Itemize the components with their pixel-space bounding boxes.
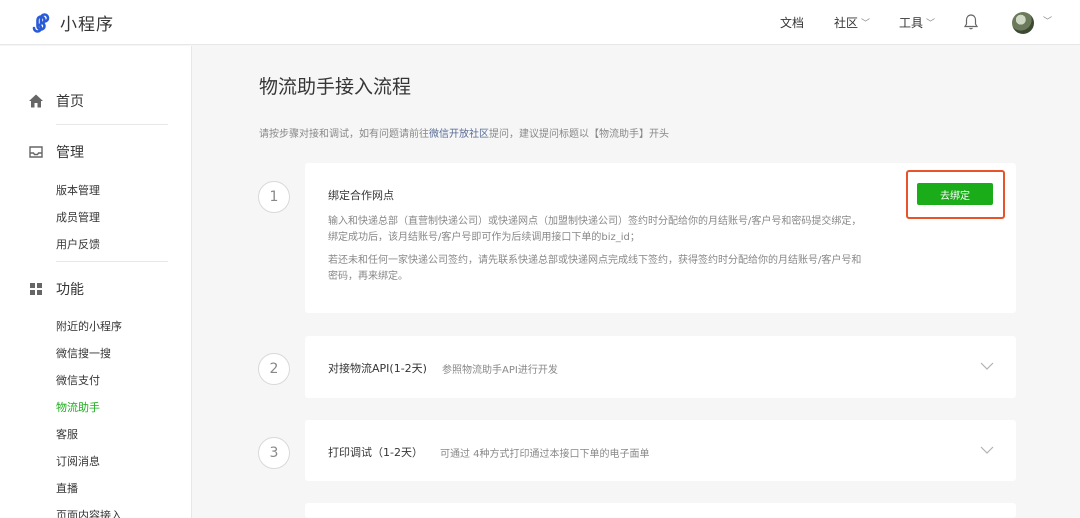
bell-icon[interactable] [963, 13, 979, 31]
page-description: 请按步骤对接和调试，如有问题请前往微信开放社区提问，建议提问标题以【物流助手】开… [259, 125, 669, 140]
logo[interactable]: 小程序 [28, 10, 114, 35]
nav-community-label: 社区 [834, 16, 859, 30]
sidebar-section-home-label: 首页 [56, 94, 84, 110]
nav-tools[interactable]: 工具 ﹀ [899, 14, 935, 31]
mini-program-logo-icon [32, 12, 50, 33]
sidebar-item-pay[interactable]: 微信支付 [56, 372, 100, 388]
sidebar-section-home[interactable]: 首页 [28, 91, 84, 111]
step-card-api[interactable]: 对接物流API(1-2天) 参照物流助手API进行开发 [305, 336, 1016, 398]
divider [56, 124, 168, 125]
sidebar-item-subscribe[interactable]: 订阅消息 [56, 453, 100, 469]
app-name: 小程序 [60, 15, 114, 35]
sidebar-item-live[interactable]: 直播 [56, 480, 78, 496]
nav-docs[interactable]: 文档 [780, 14, 804, 31]
step-number: 3 [258, 437, 290, 469]
step-paragraph: 输入和快递总部（直营制快递公司）或快递网点（加盟制快递公司）签约时分配给你的月结… [328, 216, 862, 243]
sidebar-item-logistics[interactable]: 物流助手 [56, 399, 100, 415]
step-subtitle: 可通过 4种方式打印通过本接口下单的电子面单 [440, 449, 650, 460]
step-number: 1 [258, 181, 290, 213]
home-icon [29, 94, 43, 108]
chevron-down-icon: ﹀ [926, 19, 936, 29]
sidebar-item-members[interactable]: 成员管理 [56, 209, 100, 225]
step-card-next [305, 503, 1016, 518]
step-number: 2 [258, 353, 290, 385]
top-header: 小程序 文档 社区 ﹀ 工具 ﹀ ﹀ [0, 0, 1080, 45]
step-title: 打印调试（1-2天） [328, 446, 423, 459]
description-text: 提问，建议提问标题以【物流助手】开头 [489, 129, 669, 140]
avatar[interactable] [1012, 12, 1034, 34]
chevron-down-icon[interactable] [980, 445, 994, 455]
nav-community[interactable]: 社区 ﹀ [834, 14, 870, 31]
community-link[interactable]: 微信开放社区 [429, 129, 489, 140]
sidebar: 首页 管理 版本管理 成员管理 用户反馈 功能 附近的小程序 微信搜一搜 微信支… [0, 46, 192, 518]
sidebar-section-features[interactable]: 功能 [28, 279, 84, 299]
step-card-print[interactable]: 打印调试（1-2天） 可通过 4种方式打印通过本接口下单的电子面单 [305, 420, 1016, 481]
step-subtitle: 参照物流助手API进行开发 [442, 365, 558, 376]
chevron-down-icon[interactable]: ﹀ [1043, 14, 1052, 27]
grid-icon [30, 283, 42, 295]
sidebar-item-customer-service[interactable]: 客服 [56, 426, 78, 442]
sidebar-item-version[interactable]: 版本管理 [56, 182, 100, 198]
step-title: 对接物流API(1-2天) [328, 362, 427, 375]
sidebar-section-manage-label: 管理 [56, 145, 84, 161]
page-title: 物流助手接入流程 [259, 76, 412, 98]
sidebar-item-nearby[interactable]: 附近的小程序 [56, 318, 122, 334]
chevron-down-icon[interactable] [980, 361, 994, 371]
step-title: 绑定合作网点 [328, 189, 394, 202]
nav-docs-label: 文档 [780, 16, 805, 30]
nav-tools-label: 工具 [899, 16, 924, 30]
step-paragraph: 若还未和任何一家快递公司签约，请先联系快递总部或快递网点完成线下签约，获得签约时… [328, 255, 862, 282]
bind-button[interactable]: 去绑定 [917, 183, 993, 205]
sidebar-item-feedback[interactable]: 用户反馈 [56, 236, 100, 252]
chevron-down-icon: ﹀ [861, 19, 871, 29]
sidebar-item-search[interactable]: 微信搜一搜 [56, 345, 111, 361]
sidebar-section-features-label: 功能 [56, 282, 84, 298]
sidebar-item-page-content[interactable]: 页面内容接入 [56, 507, 122, 518]
inbox-icon [29, 146, 43, 158]
description-text: 请按步骤对接和调试，如有问题请前往 [259, 129, 429, 140]
sidebar-section-manage[interactable]: 管理 [28, 142, 84, 162]
divider [56, 261, 168, 262]
